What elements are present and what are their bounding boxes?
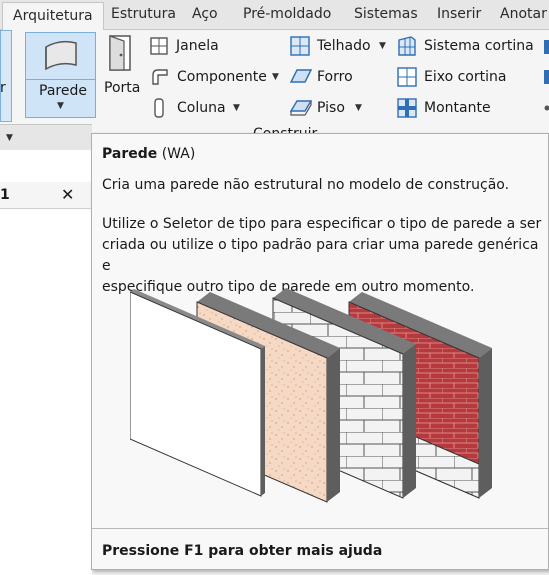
- tooltip-command-name: Parede: [102, 146, 158, 162]
- montante-button[interactable]: Montante: [424, 100, 491, 116]
- tab-arquitetura[interactable]: Arquitetura: [2, 2, 104, 30]
- porta-button[interactable]: Porta: [104, 80, 140, 96]
- tooltip-detail-line: Utilize o Seletor de tipo para especific…: [102, 216, 542, 232]
- tooltip-divider: [92, 528, 548, 529]
- previous-tool-button[interactable]: [0, 30, 12, 122]
- door-icon: [109, 35, 131, 71]
- tooltip-detail-line: criada ou utilize o tipo padrão para cri…: [102, 237, 539, 274]
- split-divider: [26, 79, 95, 80]
- wall-icon: [45, 40, 77, 71]
- parede-label: Parede: [39, 83, 87, 99]
- componente-button[interactable]: Componente: [177, 69, 267, 85]
- forro-button[interactable]: Forro: [317, 69, 353, 85]
- previous-tool-label: r: [0, 80, 6, 96]
- wall-types-illustration: [130, 288, 492, 503]
- chevron-down-icon[interactable]: ▼: [57, 101, 64, 111]
- tab-aco[interactable]: Aço: [192, 6, 218, 22]
- tooltip-parede: Parede (WA) Cria uma parede não estrutur…: [91, 133, 549, 570]
- piso-dropdown-icon[interactable]: ▼: [355, 103, 362, 113]
- panel-title-strip: ▼: [0, 124, 92, 151]
- view-tab[interactable]: 1 ✕: [0, 182, 92, 209]
- next-tools-icon: [544, 40, 549, 111]
- telhado-button[interactable]: Telhado: [317, 38, 371, 54]
- roof-icon: [290, 36, 310, 56]
- parede-button[interactable]: Parede ▼: [25, 32, 96, 118]
- sistema-cortina-button[interactable]: Sistema cortina: [424, 38, 534, 54]
- view-canvas[interactable]: [0, 150, 92, 575]
- coluna-button[interactable]: Coluna: [177, 100, 226, 116]
- close-icon[interactable]: ✕: [61, 185, 74, 204]
- tooltip-detail: Utilize o Seletor de tipo para especific…: [102, 214, 542, 298]
- piso-button[interactable]: Piso: [317, 100, 345, 116]
- curtain-system-icon: [398, 36, 416, 56]
- panel-dropdown-icon[interactable]: ▼: [6, 133, 13, 143]
- tab-pre-moldado[interactable]: Pré-moldado: [243, 6, 331, 22]
- componente-dropdown-icon[interactable]: ▼: [272, 72, 279, 82]
- tab-anotar[interactable]: Anotar: [500, 6, 547, 22]
- tab-estrutura[interactable]: Estrutura: [111, 6, 176, 22]
- eixo-cortina-button[interactable]: Eixo cortina: [424, 69, 506, 85]
- column-icon: [154, 98, 164, 118]
- ribbon-tab-bar: Arquitetura Estrutura Aço Pré-moldado Si…: [0, 0, 549, 30]
- tooltip-shortcut: (WA): [161, 146, 196, 162]
- janela-button[interactable]: Janela: [176, 38, 219, 54]
- window-icon: [150, 37, 168, 55]
- tab-inserir[interactable]: Inserir: [437, 6, 481, 22]
- coluna-dropdown-icon[interactable]: ▼: [233, 103, 240, 113]
- tab-sistemas[interactable]: Sistemas: [354, 6, 418, 22]
- curtain-grid-icon: [397, 67, 417, 87]
- tooltip-title: Parede (WA): [102, 146, 195, 162]
- tooltip-help-hint: Pressione F1 para obter mais ajuda: [102, 543, 383, 559]
- view-tab-label: 1: [0, 187, 10, 203]
- floor-icon: [290, 100, 312, 116]
- ceiling-icon: [290, 69, 312, 83]
- component-icon: [152, 69, 168, 85]
- mullion-icon: [397, 98, 417, 118]
- tooltip-description: Cria uma parede não estrutural no modelo…: [102, 177, 510, 193]
- telhado-dropdown-icon[interactable]: ▼: [379, 41, 386, 51]
